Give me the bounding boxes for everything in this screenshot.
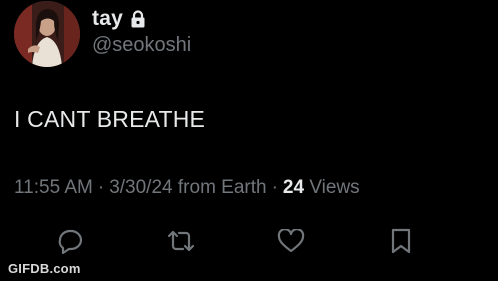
reply-icon [58, 229, 83, 254]
like-button[interactable] [276, 226, 306, 256]
meta-separator: · [271, 177, 278, 198]
reply-button[interactable] [55, 226, 85, 256]
tweet-source: from Earth [177, 177, 267, 198]
watermark: GIFDB.com [8, 261, 81, 276]
display-name[interactable]: tay [92, 7, 123, 31]
repost-button[interactable] [166, 226, 196, 256]
tweet-time[interactable]: 11:55 AM [14, 177, 93, 198]
tweet-text: I CANT BREATHE [14, 106, 206, 132]
name-row: tay [92, 6, 146, 32]
lock-icon [130, 10, 146, 28]
like-icon [277, 229, 305, 253]
tweet-meta: 11:55 AM · 3/30/24 from Earth · 24 Views [14, 177, 360, 199]
action-bar [0, 226, 498, 256]
bookmark-icon [391, 228, 411, 254]
avatar-image [14, 1, 80, 67]
tweet-date[interactable]: 3/30/24 [109, 177, 172, 198]
tweet-card: tay @seokoshi I CANT BREATHE 11:55 AM · 3/… [0, 0, 498, 281]
bookmark-button[interactable] [386, 226, 416, 256]
views-count[interactable]: 24 [283, 177, 304, 198]
avatar[interactable] [14, 1, 80, 67]
author-handle[interactable]: @seokoshi [92, 34, 191, 57]
repost-icon [167, 230, 195, 252]
views-label: Views [309, 177, 360, 198]
meta-separator: · [97, 177, 105, 198]
